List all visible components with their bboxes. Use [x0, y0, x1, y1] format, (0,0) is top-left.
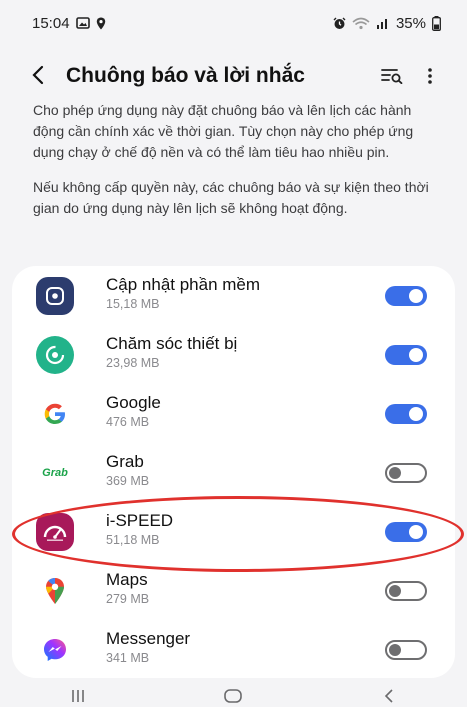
permission-toggle[interactable]	[385, 345, 427, 365]
filter-search-button[interactable]	[373, 68, 411, 84]
app-name: Maps	[106, 570, 148, 589]
app-size: 51,18 MB	[106, 533, 160, 547]
description-paragraph-2: Nếu không cấp quyền này, các chuông báo …	[33, 179, 429, 216]
list-item[interactable]: Grab Grab 369 MB	[12, 443, 455, 502]
permission-toggle[interactable]	[385, 404, 427, 424]
list-item[interactable]: Google 476 MB	[12, 384, 455, 443]
recent-apps-button[interactable]	[48, 689, 108, 703]
app-name: Google	[106, 393, 161, 412]
list-item[interactable]: Messenger 341 MB	[12, 620, 455, 678]
google-icon	[36, 394, 74, 433]
navigation-bar	[0, 684, 467, 707]
app-text: Maps 279 MB	[106, 569, 149, 606]
status-time: 15:04	[32, 14, 70, 32]
filter-search-icon	[381, 69, 403, 84]
back-nav-button[interactable]	[359, 688, 419, 704]
battery-icon	[432, 15, 441, 31]
app-text: Messenger 341 MB	[106, 628, 190, 665]
app-text: Grab 369 MB	[106, 451, 149, 488]
permission-toggle[interactable]	[385, 463, 427, 483]
grab-icon: Grab	[36, 453, 74, 492]
battery-percent: 35%	[395, 14, 426, 32]
permission-toggle[interactable]	[385, 640, 427, 660]
page-title: Chuông báo và lời nhắc	[66, 64, 305, 87]
toggle-knob	[389, 644, 401, 656]
gallery-notification-icon	[75, 17, 90, 29]
app-text: Google 476 MB	[106, 392, 161, 429]
permission-description: Cho phép ứng dụng này đặt chuông báo và …	[33, 100, 438, 233]
toggle-knob	[389, 467, 401, 479]
permission-toggle[interactable]	[385, 522, 427, 542]
app-size: 23,98 MB	[106, 356, 160, 370]
wifi-icon	[352, 17, 370, 30]
device-care-icon	[36, 335, 74, 374]
list-item[interactable]: Chăm sóc thiết bị 23,98 MB	[12, 325, 455, 384]
back-nav-icon	[385, 688, 393, 703]
more-options-button[interactable]	[411, 67, 449, 85]
app-name: Grab	[106, 452, 144, 471]
ispeed-icon	[36, 512, 74, 551]
permission-toggle[interactable]	[385, 581, 427, 601]
app-size: 369 MB	[106, 474, 150, 488]
back-button[interactable]	[30, 61, 66, 92]
maps-icon	[36, 571, 74, 610]
app-list: Cập nhật phần mềm 15,18 MB Chăm sóc thiế…	[12, 266, 455, 678]
description-paragraph-1: Cho phép ứng dụng này đặt chuông báo và …	[33, 102, 414, 160]
home-button[interactable]	[203, 688, 263, 704]
status-left: 15:04	[32, 15, 106, 32]
app-name: i-SPEED	[106, 511, 174, 530]
app-name: Messenger	[106, 629, 191, 648]
app-text: Cập nhật phần mềm 15,18 MB	[106, 274, 260, 311]
software-update-icon	[36, 276, 74, 315]
alarm-icon	[333, 17, 346, 30]
header: Chuông báo và lời nhắc	[0, 52, 467, 100]
location-icon	[96, 17, 106, 30]
signal-icon	[376, 17, 390, 29]
toggle-knob	[409, 348, 423, 362]
list-item[interactable]: Maps 279 MB	[12, 561, 455, 620]
toggle-knob	[409, 525, 423, 539]
app-size: 341 MB	[106, 651, 150, 665]
app-size: 476 MB	[106, 415, 150, 429]
more-vertical-icon	[428, 68, 432, 84]
home-icon	[224, 688, 243, 703]
list-item-ispeed[interactable]: i-SPEED 51,18 MB	[12, 502, 455, 561]
toggle-knob	[409, 289, 423, 303]
chevron-left-icon	[32, 65, 44, 84]
app-name: Cập nhật phần mềm	[106, 275, 261, 294]
recent-apps-icon	[72, 689, 84, 702]
app-name: Chăm sóc thiết bị	[106, 334, 238, 353]
app-size: 15,18 MB	[106, 297, 160, 311]
list-item[interactable]: Cập nhật phần mềm 15,18 MB	[12, 266, 455, 325]
app-text: Chăm sóc thiết bị 23,98 MB	[106, 333, 237, 370]
status-bar: 15:04 35%	[0, 0, 467, 46]
app-text: i-SPEED 51,18 MB	[106, 510, 173, 547]
app-size: 279 MB	[106, 592, 150, 606]
grab-logo-text: Grab	[42, 466, 68, 479]
permission-toggle[interactable]	[385, 286, 427, 306]
toggle-knob	[409, 407, 423, 421]
status-right: 35%	[333, 15, 441, 32]
toggle-knob	[389, 585, 401, 597]
messenger-icon	[36, 630, 74, 669]
